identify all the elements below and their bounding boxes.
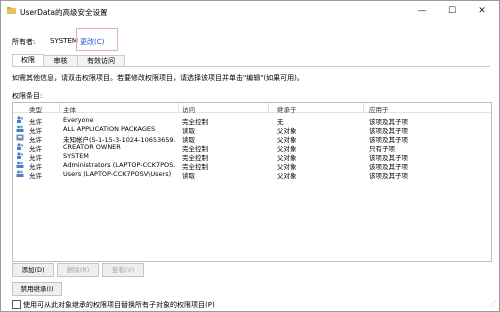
table-header: 类型 主体 访问 继承于 应用于 — [13, 103, 491, 114]
window-title: UserData的高级安全设置 — [20, 8, 108, 17]
column-divider — [268, 103, 269, 112]
replace-child-permissions-checkbox[interactable] — [12, 300, 21, 309]
cell-principal: Administrators (LAPTOP-CCK7POS... — [63, 161, 175, 169]
close-button[interactable]: ✕ — [467, 1, 497, 21]
change-owner-link[interactable]: 更改(C) — [80, 37, 104, 47]
cell-principal: CREATOR OWNER — [63, 143, 121, 151]
permission-entries-label: 权限条目: — [12, 92, 43, 100]
user-icon — [17, 152, 24, 159]
table-row[interactable]: 允许 SYSTEM 完全控制 父对象 该项及其子项 — [13, 151, 491, 162]
header-inherited-from[interactable]: 继承于 — [277, 104, 297, 114]
remove-button[interactable]: 删除(R) — [57, 263, 99, 277]
header-principal[interactable]: 主体 — [63, 104, 76, 114]
unknown-user-icon — [16, 134, 24, 141]
view-button[interactable]: 查看(V) — [102, 263, 144, 277]
user-icon — [17, 143, 24, 150]
table-row[interactable]: 允许 Everyone 完全控制 无 该项及其子项 — [13, 115, 491, 126]
column-divider — [363, 103, 364, 112]
table-row[interactable]: 允许 ALL APPLICATION PACKAGES 读取 父对象 该项及其子… — [13, 124, 491, 135]
cell-principal: ALL APPLICATION PACKAGES — [63, 125, 156, 133]
disable-inheritance-button[interactable]: 禁用继承(I) — [12, 282, 62, 296]
maximize-button[interactable]: ☐ — [437, 1, 467, 21]
table-row[interactable]: 允许 未知帐户(S-1-15-3-1024-10653659... 读取 父对象… — [13, 133, 491, 144]
group-icon — [16, 125, 24, 132]
header-access[interactable]: 访问 — [182, 104, 195, 114]
title-bar: UserData的高级安全设置 — ☐ ✕ — [1, 1, 499, 21]
cell-applies-to: 该项及其子项 — [369, 172, 408, 180]
description-text: 如需其他信息，请双击权限项目。若要修改权限项目，请选择该项目并单击"编辑"(如果… — [12, 74, 304, 82]
cell-principal: Everyone — [63, 116, 94, 124]
column-divider — [59, 103, 60, 112]
cell-principal: SYSTEM — [63, 152, 89, 160]
replace-child-permissions-label[interactable]: 使用可从此对象继承的权限项目替换所有子对象的权限项目(P) — [23, 300, 215, 310]
column-divider — [178, 103, 179, 112]
table-row[interactable]: 允许 Users (LAPTOP-CCK7POSV\Users) 读取 父对象 … — [13, 169, 491, 180]
group-icon — [16, 170, 24, 177]
cell-type: 允许 — [29, 172, 42, 180]
cell-inherited-from: 父对象 — [277, 172, 297, 180]
header-type[interactable]: 类型 — [29, 104, 42, 114]
cell-principal: Users (LAPTOP-CCK7POSV\Users) — [63, 170, 172, 178]
group-icon — [16, 161, 24, 168]
minimize-button[interactable]: — — [407, 1, 437, 21]
security-settings-window: UserData的高级安全设置 — ☐ ✕ 所有者: SYSTEM 更改(C) … — [0, 0, 500, 312]
header-applies-to[interactable]: 应用于 — [369, 104, 389, 114]
cell-access: 读取 — [182, 172, 195, 180]
permission-entries-table[interactable]: 类型 主体 访问 继承于 应用于 允许 Everyone 完全控制 无 该项及其… — [12, 102, 492, 262]
add-button[interactable]: 添加(D) — [12, 263, 54, 277]
owner-value: SYSTEM — [50, 37, 78, 45]
owner-label: 所有者: — [12, 38, 36, 46]
resize-grip-icon[interactable]: ⋰ — [489, 300, 496, 308]
user-icon — [17, 116, 24, 123]
folder-icon — [7, 7, 16, 14]
table-row[interactable]: 允许 Administrators (LAPTOP-CCK7POS... 完全控… — [13, 160, 491, 171]
table-row[interactable]: 允许 CREATOR OWNER 完全控制 父对象 只有子项 — [13, 142, 491, 153]
